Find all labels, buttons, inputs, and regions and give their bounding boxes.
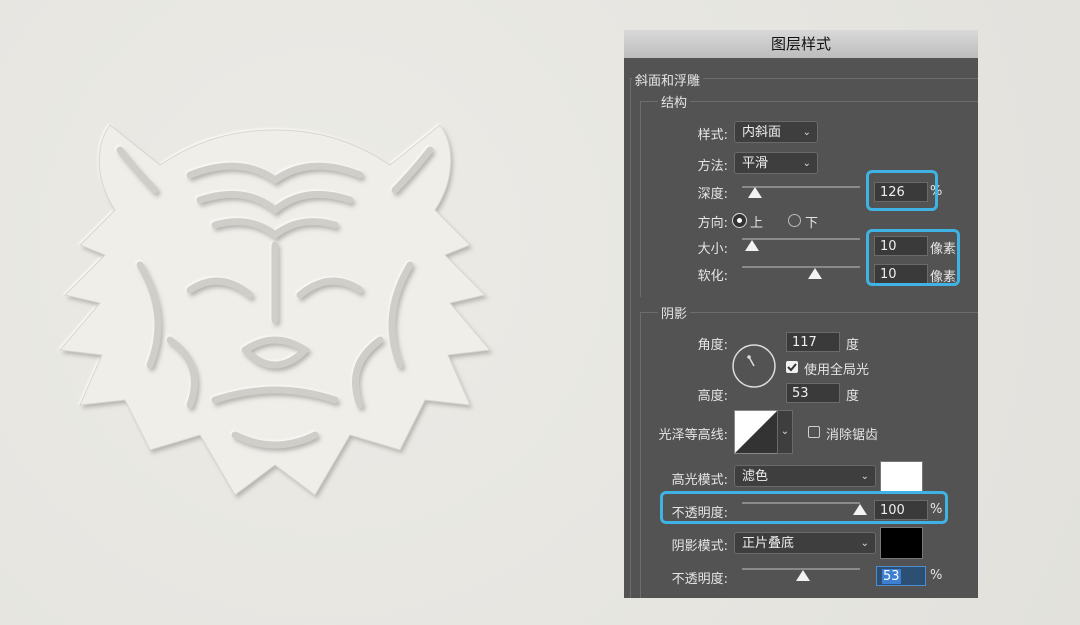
- size-slider-thumb[interactable]: [745, 240, 759, 251]
- method-dropdown[interactable]: 平滑 ⌄: [734, 152, 818, 174]
- shadow-opacity-slider-thumb[interactable]: [796, 570, 810, 581]
- shadow-mode-value: 正片叠底: [742, 536, 795, 551]
- soften-slider-track[interactable]: [742, 266, 860, 268]
- shadow-mode-label: 阴影模式:: [671, 539, 728, 554]
- chevron-down-icon: ⌄: [860, 471, 869, 482]
- depth-slider-thumb[interactable]: [748, 187, 762, 198]
- global-light-checkbox[interactable]: [786, 361, 798, 373]
- method-value: 平滑: [742, 156, 769, 171]
- style-value: 内斜面: [742, 125, 782, 140]
- shadow-color-swatch[interactable]: [880, 527, 923, 559]
- altitude-input[interactable]: 53: [786, 383, 840, 403]
- gloss-contour-label: 光泽等高线:: [658, 428, 728, 443]
- chevron-down-icon: ⌄: [802, 158, 811, 169]
- highlight-mode-dropdown[interactable]: 滤色 ⌄: [734, 465, 876, 487]
- chevron-down-icon: ⌄: [802, 127, 811, 138]
- bevel-emboss-title: 斜面和浮雕: [632, 70, 704, 89]
- size-soften-highlight-box: [866, 229, 960, 286]
- contour-curve-icon: [735, 411, 777, 453]
- direction-up-label: 上: [750, 216, 764, 231]
- highlight-mode-label: 高光模式:: [671, 473, 728, 488]
- size-slider-track[interactable]: [742, 238, 860, 240]
- shadow-opacity-label: 不透明度:: [671, 572, 728, 587]
- direction-down-radio[interactable]: [788, 214, 801, 227]
- direction-down-label: 下: [805, 216, 819, 231]
- shading-title: 阴影: [658, 303, 691, 322]
- altitude-unit: 度: [846, 389, 860, 404]
- angle-dial[interactable]: [731, 343, 777, 389]
- structure-title: 结构: [658, 92, 691, 111]
- angle-unit: 度: [846, 338, 860, 353]
- global-light-label: 使用全局光: [804, 363, 870, 378]
- shading-group-border: [640, 312, 978, 598]
- direction-label: 方向:: [697, 216, 728, 231]
- dialog-title: 图层样式: [624, 30, 978, 58]
- chevron-down-icon: ⌄: [860, 538, 869, 549]
- size-label: 大小:: [697, 242, 728, 257]
- checkmark-icon: [787, 363, 797, 372]
- shadow-mode-dropdown[interactable]: 正片叠底 ⌄: [734, 532, 876, 554]
- shadow-opacity-input[interactable]: 53: [876, 566, 926, 586]
- style-label: 样式:: [697, 128, 728, 143]
- style-dropdown[interactable]: 内斜面 ⌄: [734, 121, 818, 143]
- embossed-tiger-artwork: [59, 124, 491, 496]
- highlight-opacity-highlight-box: [660, 491, 948, 524]
- depth-label: 深度:: [697, 187, 728, 202]
- method-label: 方法:: [697, 159, 728, 174]
- highlight-color-swatch[interactable]: [880, 461, 923, 493]
- layer-style-panel: 图层样式 斜面和浮雕 结构 样式: 内斜面 ⌄ 方法: 平滑 ⌄ 深度: 126…: [624, 30, 978, 598]
- angle-input[interactable]: 117: [786, 332, 840, 352]
- highlight-mode-value: 滤色: [742, 469, 769, 484]
- soften-slider-thumb[interactable]: [808, 268, 822, 279]
- altitude-label: 高度:: [697, 389, 728, 404]
- anti-alias-checkbox[interactable]: [808, 426, 820, 438]
- angle-label: 角度:: [697, 338, 728, 353]
- contour-dropdown-button[interactable]: ⌄: [777, 410, 793, 454]
- soften-label: 软化:: [697, 269, 728, 284]
- depth-highlight-box: [866, 170, 938, 211]
- gloss-contour-preview[interactable]: [734, 410, 778, 454]
- shadow-opacity-selected-text: 53: [882, 569, 901, 584]
- shadow-opacity-unit: %: [930, 568, 943, 583]
- anti-alias-label: 消除锯齿: [826, 428, 879, 443]
- direction-up-radio[interactable]: [733, 214, 746, 227]
